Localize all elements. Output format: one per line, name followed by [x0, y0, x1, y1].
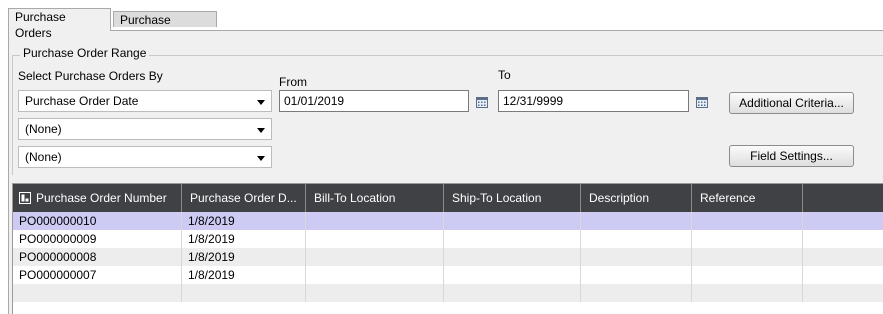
table-row[interactable]: PO000000009 1/8/2019 [13, 230, 883, 248]
column-chooser-icon[interactable] [19, 192, 31, 204]
table-row[interactable]: PO000000008 1/8/2019 [13, 248, 883, 266]
purchase-orders-grid[interactable]: Purchase Order Number Purchase Order D..… [12, 183, 883, 314]
column-header-label: Purchase Order Number [36, 191, 167, 205]
column-header-reference[interactable]: Reference [692, 184, 803, 212]
empty-cell [692, 284, 803, 302]
from-label: From [279, 75, 307, 89]
empty-cell [581, 284, 692, 302]
select-by-value: Purchase Order Date [25, 94, 139, 108]
tab-purchase-history[interactable]: Purchase History [113, 11, 217, 43]
cell-po-date: 1/8/2019 [182, 230, 306, 248]
select-by-label: Select Purchase Orders By [18, 69, 163, 83]
cell-bill-to [306, 230, 444, 248]
empty-cell [182, 284, 306, 302]
grid-header: Purchase Order Number Purchase Order D..… [13, 184, 883, 212]
tab-purchase-orders[interactable]: Purchase Orders [8, 8, 111, 40]
cell-bill-to [306, 248, 444, 266]
from-date-input[interactable] [279, 90, 469, 112]
select-by-dropdown[interactable]: Purchase Order Date [18, 90, 272, 112]
criteria-dropdown-2[interactable]: (None) [18, 118, 272, 140]
chevron-down-icon [257, 128, 265, 133]
from-date-field[interactable] [280, 91, 468, 111]
empty-cell [13, 284, 182, 302]
table-row[interactable]: PO000000010 1/8/2019 [13, 212, 883, 230]
cell-reference [692, 266, 803, 284]
cell-ship-to [444, 230, 581, 248]
cell-po-number: PO000000007 [13, 266, 182, 284]
column-header-ship-to[interactable]: Ship-To Location [444, 184, 581, 212]
chevron-down-icon [257, 100, 265, 105]
cell-po-date: 1/8/2019 [182, 248, 306, 266]
cell-reference [692, 248, 803, 266]
criteria-2-value: (None) [25, 122, 62, 136]
to-label: To [498, 68, 511, 82]
cell-po-number: PO000000008 [13, 248, 182, 266]
to-date-input[interactable] [498, 90, 689, 112]
cell-po-date: 1/8/2019 [182, 212, 306, 230]
cell-po-number: PO000000009 [13, 230, 182, 248]
cell-reference [692, 212, 803, 230]
cell-po-date: 1/8/2019 [182, 266, 306, 284]
cell-ship-to [444, 248, 581, 266]
cell-description [581, 230, 692, 248]
cell-reference [692, 230, 803, 248]
table-row-empty [13, 284, 883, 302]
field-settings-button[interactable]: Field Settings... [729, 145, 854, 167]
cell-bill-to [306, 266, 444, 284]
cell-description [581, 212, 692, 230]
column-header-empty [803, 184, 883, 212]
empty-cell [444, 284, 581, 302]
empty-cell [306, 284, 444, 302]
cell-bill-to [306, 212, 444, 230]
cell-po-number: PO000000010 [13, 212, 182, 230]
cell-description [581, 266, 692, 284]
column-header-bill-to[interactable]: Bill-To Location [306, 184, 444, 212]
criteria-3-value: (None) [25, 150, 62, 164]
calendar-icon[interactable] [476, 96, 488, 108]
cell-description [581, 248, 692, 266]
column-header-po-number[interactable]: Purchase Order Number [13, 184, 182, 212]
criteria-dropdown-3[interactable]: (None) [18, 146, 272, 168]
tab-bar: Purchase Orders Purchase History [0, 0, 883, 43]
table-row[interactable]: PO000000007 1/8/2019 [13, 266, 883, 284]
to-date-field[interactable] [499, 91, 688, 111]
cell-ship-to [444, 266, 581, 284]
calendar-icon[interactable] [696, 96, 708, 108]
additional-criteria-button[interactable]: Additional Criteria... [729, 92, 854, 114]
cell-ship-to [444, 212, 581, 230]
chevron-down-icon [257, 156, 265, 161]
column-header-po-date[interactable]: Purchase Order D... [182, 184, 306, 212]
group-title: Purchase Order Range [20, 46, 150, 60]
column-header-description[interactable]: Description [581, 184, 692, 212]
purchase-orders-window: Purchase Orders Purchase History Purchas… [0, 0, 883, 314]
